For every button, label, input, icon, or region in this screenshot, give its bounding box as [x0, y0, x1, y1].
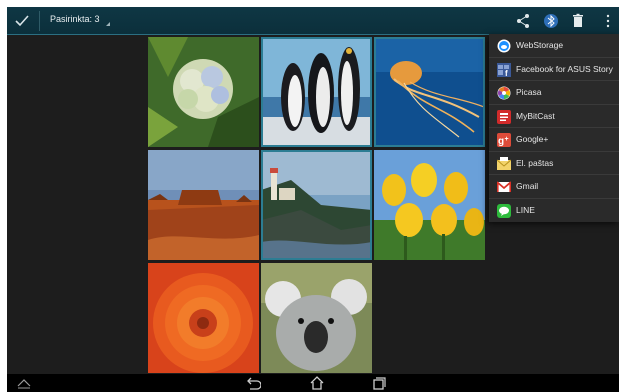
action-bar-divider	[39, 11, 40, 31]
share-item-picasa[interactable]: Picasa	[489, 81, 619, 105]
email-icon	[497, 156, 511, 170]
home-icon[interactable]	[309, 376, 325, 390]
check-icon[interactable]	[13, 12, 31, 30]
back-icon[interactable]	[245, 376, 261, 390]
share-item-label: LINE	[516, 204, 535, 215]
svg-text:f: f	[505, 69, 508, 77]
webstorage-icon	[497, 39, 511, 53]
lighthouse-photo[interactable]	[261, 150, 372, 260]
desert-photo[interactable]	[148, 150, 259, 260]
hydrangea-photo[interactable]	[148, 37, 259, 147]
picasa-icon	[497, 86, 511, 100]
up-chevron-icon[interactable]	[16, 376, 32, 390]
bluetooth-icon[interactable]	[542, 12, 560, 30]
share-item-mybitcast[interactable]: MyBitCast	[489, 105, 619, 128]
tulips-photo[interactable]	[374, 150, 485, 260]
svg-text:g: g	[498, 136, 504, 147]
share-item-label: El. paštas	[516, 157, 554, 168]
share-item-label: Google+	[516, 134, 549, 144]
tablet-screen: Pasirinkta: 3 WebStorage f Facebook for …	[7, 7, 619, 392]
share-item-googleplus[interactable]: g + Google+	[489, 128, 619, 152]
share-item-facebook[interactable]: f Facebook for ASUS Story	[489, 58, 619, 81]
share-item-gmail[interactable]: Gmail	[489, 175, 619, 199]
share-item-email[interactable]: El. paštas	[489, 152, 619, 175]
facebook-icon: f	[497, 62, 511, 77]
gmail-icon	[497, 181, 511, 192]
trash-icon[interactable]	[569, 12, 587, 30]
share-item-label: Picasa	[516, 87, 542, 97]
share-icon[interactable]	[514, 12, 532, 30]
action-bar: Pasirinkta: 3	[7, 7, 619, 35]
share-item-label: Gmail	[516, 181, 539, 191]
share-menu: WebStorage f Facebook for ASUS Story Pic…	[489, 34, 619, 222]
recent-apps-icon[interactable]	[371, 376, 387, 390]
share-item-label: Facebook for ASUS Story	[516, 63, 613, 74]
penguins-photo[interactable]	[261, 37, 372, 147]
share-item-label: MyBitCast	[516, 110, 555, 121]
jellyfish-photo[interactable]	[374, 37, 485, 147]
selection-count-label[interactable]: Pasirinkta: 3	[50, 14, 100, 24]
overflow-menu-icon[interactable]	[599, 12, 617, 30]
dropdown-corner-icon	[106, 22, 110, 26]
share-item-label: WebStorage	[516, 40, 564, 50]
chrysanthemum-photo[interactable]	[148, 263, 259, 373]
svg-text:+: +	[505, 136, 509, 143]
googleplus-icon: g +	[497, 133, 511, 147]
line-icon	[497, 203, 511, 218]
share-item-line[interactable]: LINE	[489, 199, 619, 223]
koala-photo[interactable]	[261, 263, 372, 373]
mybitcast-icon	[497, 109, 511, 124]
navigation-bar	[7, 374, 619, 392]
share-item-webstorage[interactable]: WebStorage	[489, 34, 619, 58]
